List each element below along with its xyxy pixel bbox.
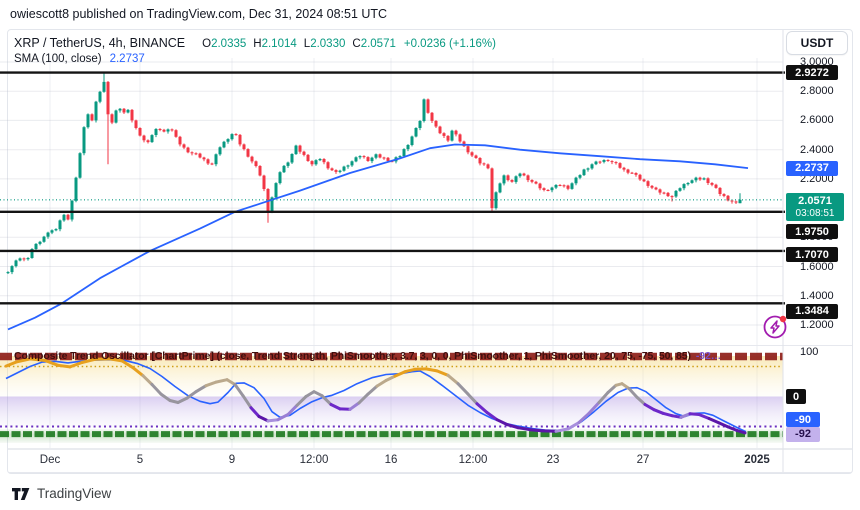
candle-countdown: 03:08:51 xyxy=(795,207,835,219)
change-value: +0.0236 (+1.16%) xyxy=(403,38,496,50)
sma-value: 2.2737 xyxy=(109,53,145,65)
tradingview-brand-text[interactable]: TradingView xyxy=(37,486,111,501)
oscillator-axis-top-label: 100 xyxy=(800,346,819,358)
oscillator-value: -92… xyxy=(695,350,722,362)
price-level-badge: 1.3484 xyxy=(786,303,838,319)
price-tick-label: 1.6000 xyxy=(800,260,834,273)
ohlc-letter: C xyxy=(352,38,361,50)
ohlc-value: 2.1014 xyxy=(261,38,297,50)
ohlc-letter: O xyxy=(202,38,212,50)
time-axis-label: 5 xyxy=(136,454,144,466)
price-level-badge: 2.2737 xyxy=(786,160,838,176)
price-tick-label: 2.4000 xyxy=(800,143,834,156)
tradingview-logo-icon[interactable] xyxy=(12,487,31,501)
time-axis-label: 23 xyxy=(546,454,560,466)
ohlc-value: 2.0330 xyxy=(310,38,346,50)
sma-legend: SMA (100, close) 2.2737 xyxy=(14,53,145,65)
time-axis-label: Dec xyxy=(39,454,61,466)
oscillator-legend: Composite Trend Oscillator [ChartPrime] … xyxy=(14,350,721,362)
price-level-badge: 1.7070 xyxy=(786,247,838,263)
oscillator-level-badge: -92 xyxy=(786,426,820,442)
time-axis-label: 12:00 xyxy=(299,454,329,466)
time-axis-label: 27 xyxy=(636,454,650,466)
time-axis-label: 16 xyxy=(384,454,398,466)
sma-label: SMA (100, close) xyxy=(14,53,102,65)
price-tick-label: 1.2000 xyxy=(800,319,834,331)
time-axis-label: 9 xyxy=(228,454,236,466)
currency-toggle-button[interactable]: USDT xyxy=(786,31,848,55)
footer: TradingView xyxy=(12,486,111,501)
price-tick-label: 2.8000 xyxy=(800,85,834,98)
ohlc-value: 2.0335 xyxy=(211,38,247,50)
oscillator-level-badge: 0 xyxy=(786,389,806,404)
ohlc-value: 2.0571 xyxy=(360,38,396,50)
price-tick-label: 1.4000 xyxy=(800,289,834,302)
time-axis-label: 2025 xyxy=(744,454,770,466)
symbol-title: XRP / TetherUS, 4h, BINANCE xyxy=(14,36,186,50)
oscillator-title: Composite Trend Oscillator [ChartPrime] … xyxy=(14,350,691,362)
price-level-badge: 2.9272 xyxy=(786,65,838,81)
oscillator-level-badge: -90 xyxy=(786,412,820,427)
current-price-badge: 2.0571 03:08:51 xyxy=(786,193,844,222)
publish-byline: owiescott8 published on TradingView.com,… xyxy=(10,7,388,21)
candles xyxy=(6,73,742,275)
ohlc-letter: H xyxy=(253,38,262,50)
symbol-legend: XRP / TetherUS, 4h, BINANCE O2.0335 H2.101… xyxy=(14,36,496,50)
chart-canvas[interactable] xyxy=(0,0,860,510)
price-level-badge: 1.9750 xyxy=(786,224,838,240)
price-tick-label: 2.6000 xyxy=(800,114,834,127)
time-axis-label: 12:00 xyxy=(458,454,488,466)
tradingview-chart-widget: owiescott8 published on TradingView.com,… xyxy=(0,0,860,510)
ohlc-values: O2.0335 H2.1014 L2.0330 C2.0571 xyxy=(195,36,396,50)
